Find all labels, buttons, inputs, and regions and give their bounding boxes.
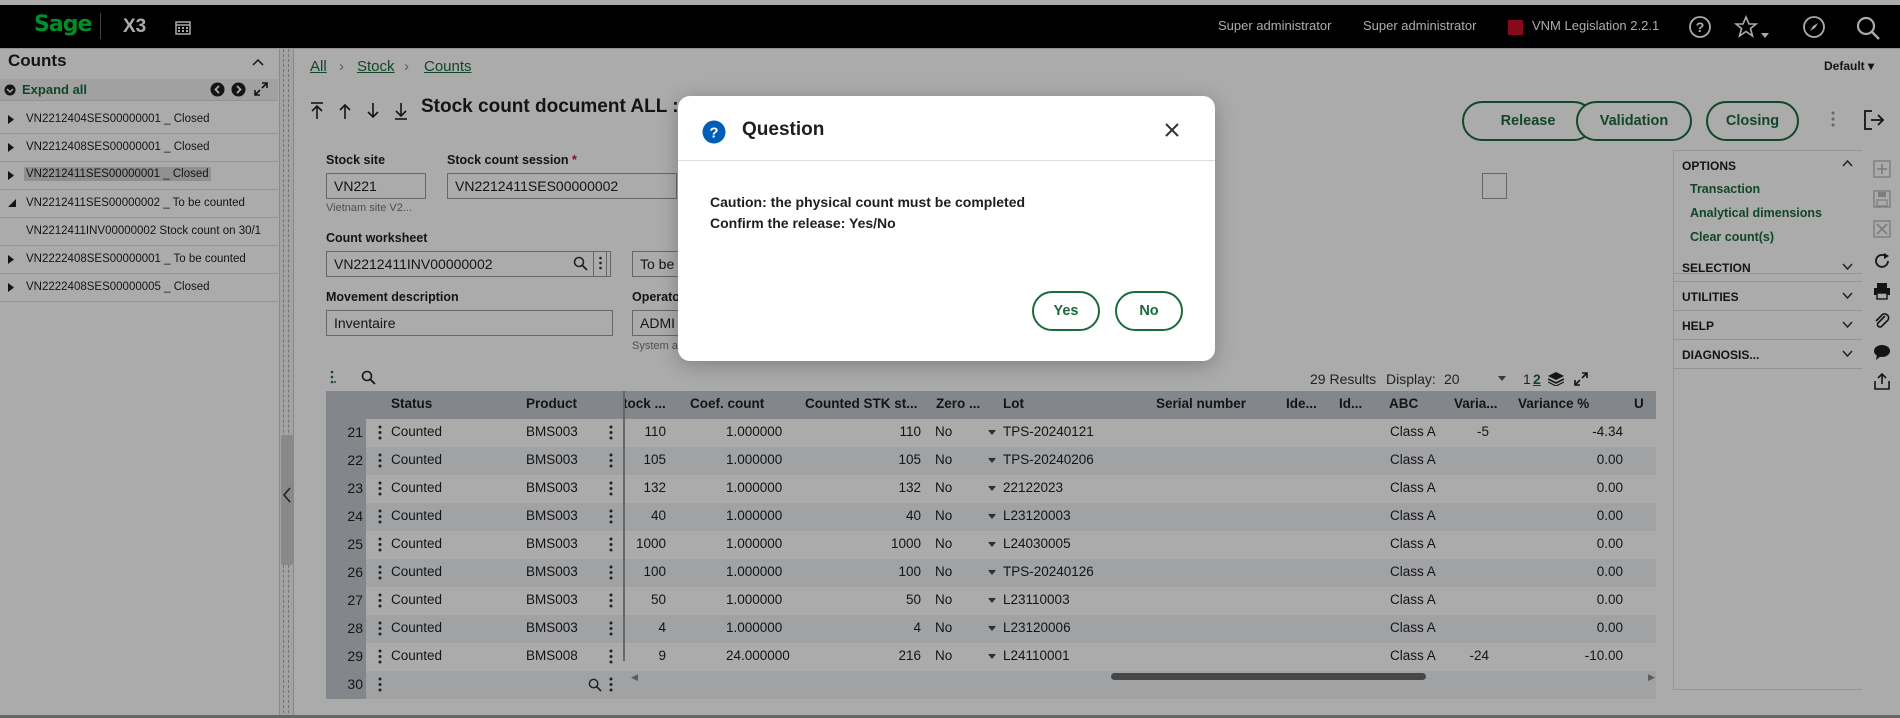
svg-text:?: ?: [709, 125, 718, 142]
dialog-title: Question: [742, 119, 825, 140]
yes-button[interactable]: Yes: [1032, 291, 1100, 331]
question-icon: ?: [702, 120, 726, 144]
dialog-message-line-1: Caution: the physical count must be comp…: [710, 194, 1026, 210]
question-dialog: ? Question Caution: the physical count m…: [678, 96, 1215, 361]
divider: [678, 160, 1215, 161]
no-button[interactable]: No: [1115, 291, 1183, 331]
dialog-message-line-2: Confirm the release: Yes/No: [710, 215, 896, 231]
close-icon[interactable]: [1164, 122, 1180, 138]
